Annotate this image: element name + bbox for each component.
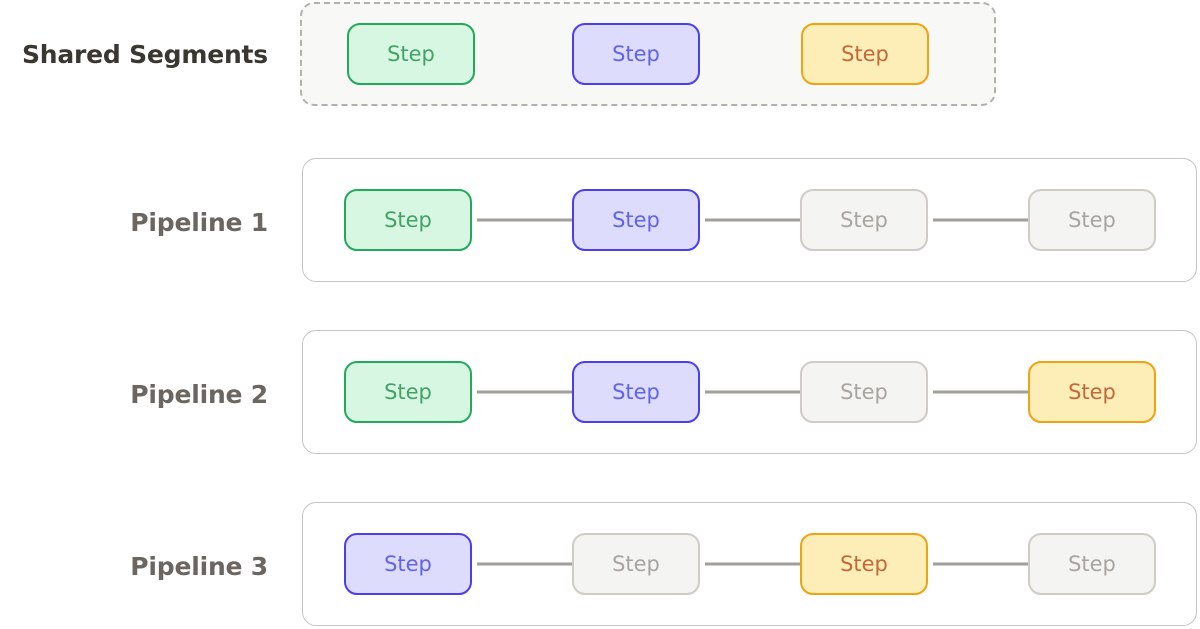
pipeline-3-container: Step Step Step Step bbox=[302, 502, 1197, 626]
pipeline-3-step-1-label: Step bbox=[384, 552, 432, 576]
pipeline-1-step-2-label: Step bbox=[612, 208, 660, 232]
pipeline-3-step-3-label: Step bbox=[840, 552, 888, 576]
pipeline-1-label: Pipeline 1 bbox=[130, 208, 268, 237]
pipeline-2-step-3[interactable]: Step bbox=[800, 361, 928, 423]
pipeline-1-step-1[interactable]: Step bbox=[344, 189, 472, 251]
shared-step-orange[interactable]: Step bbox=[801, 23, 929, 85]
pipeline-1-step-3-label: Step bbox=[840, 208, 888, 232]
pipeline-1-container: Step Step Step Step bbox=[302, 158, 1197, 282]
pipeline-3-label: Pipeline 3 bbox=[130, 552, 268, 581]
pipeline-1-step-4-label: Step bbox=[1068, 208, 1116, 232]
shared-step-green[interactable]: Step bbox=[347, 23, 475, 85]
shared-step-orange-label: Step bbox=[841, 42, 889, 66]
pipeline-2-step-3-label: Step bbox=[840, 380, 888, 404]
pipeline-2-label: Pipeline 2 bbox=[130, 380, 268, 409]
pipeline-3-step-2[interactable]: Step bbox=[572, 533, 700, 595]
shared-step-blue[interactable]: Step bbox=[572, 23, 700, 85]
pipeline-3-step-3[interactable]: Step bbox=[800, 533, 928, 595]
pipeline-2-step-2-label: Step bbox=[612, 380, 660, 404]
pipeline-2-step-2[interactable]: Step bbox=[572, 361, 700, 423]
pipeline-3-step-4[interactable]: Step bbox=[1028, 533, 1156, 595]
pipeline-3-step-4-label: Step bbox=[1068, 552, 1116, 576]
pipeline-3-step-1[interactable]: Step bbox=[344, 533, 472, 595]
pipeline-2-step-1[interactable]: Step bbox=[344, 361, 472, 423]
pipeline-diagram: Shared Segments Step Step Step Pipeline … bbox=[0, 0, 1200, 629]
pipeline-2-step-4[interactable]: Step bbox=[1028, 361, 1156, 423]
shared-step-blue-label: Step bbox=[612, 42, 660, 66]
pipeline-2-container: Step Step Step Step bbox=[302, 330, 1197, 454]
pipeline-2-step-1-label: Step bbox=[384, 380, 432, 404]
pipeline-2-step-4-label: Step bbox=[1068, 380, 1116, 404]
pipeline-1-step-4[interactable]: Step bbox=[1028, 189, 1156, 251]
shared-segments-container: Step Step Step bbox=[300, 2, 996, 106]
pipeline-1-step-1-label: Step bbox=[384, 208, 432, 232]
shared-step-green-label: Step bbox=[387, 42, 435, 66]
pipeline-1-step-3[interactable]: Step bbox=[800, 189, 928, 251]
shared-segments-label: Shared Segments bbox=[21, 40, 268, 69]
pipeline-3-step-2-label: Step bbox=[612, 552, 660, 576]
pipeline-1-step-2[interactable]: Step bbox=[572, 189, 700, 251]
